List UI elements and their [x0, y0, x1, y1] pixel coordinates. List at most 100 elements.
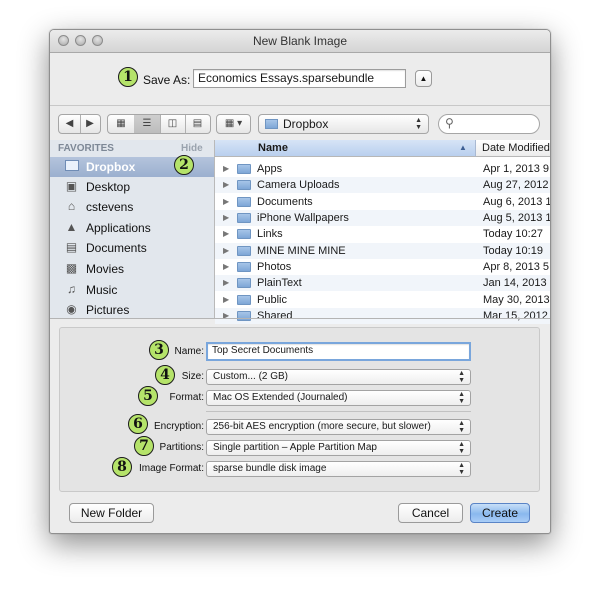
column-header-label: Date Modified	[482, 142, 550, 154]
file-name: PlainText	[257, 277, 302, 289]
sidebar-item-desktop[interactable]: ▣ Desktop	[50, 177, 214, 197]
file-date: Aug 5, 2013 1	[483, 212, 551, 224]
disclosure-triangle-icon[interactable]: ▶	[223, 292, 229, 308]
location-popup[interactable]: Dropbox ▲ ▼	[258, 114, 429, 134]
file-row-public[interactable]: ▶ Public May 30, 2013	[215, 292, 550, 308]
file-row-apps[interactable]: ▶ Apps Apr 1, 2013 9	[215, 161, 550, 177]
callout-badge-3: 3	[149, 340, 169, 360]
column-view-button[interactable]: ◫	[160, 115, 186, 133]
chevron-updown-icon: ▲ ▼	[458, 420, 465, 434]
disclosure-triangle-icon[interactable]: ▶	[223, 243, 229, 259]
window-title: New Blank Image	[252, 34, 348, 48]
file-row-links[interactable]: ▶ Links Today 10:27	[215, 226, 550, 242]
image-format-value: sparse bundle disk image	[213, 463, 327, 474]
save-as-field[interactable]: Economics Essays.sparsebundle	[193, 69, 406, 88]
format-popup[interactable]: Mac OS Extended (Journaled) ▲ ▼	[206, 390, 471, 406]
sidebar-item-movies[interactable]: ▩ Movies	[50, 259, 214, 279]
file-name: Photos	[257, 261, 292, 273]
name-label: Name:	[174, 346, 204, 357]
file-date: Mar 15, 2012	[483, 310, 548, 322]
image-format-popup[interactable]: sparse bundle disk image ▲ ▼	[206, 461, 471, 477]
back-button[interactable]: ◀	[59, 115, 81, 133]
format-label: Format:	[169, 392, 204, 403]
partitions-value: Single partition – Apple Partition Map	[213, 442, 377, 453]
partitions-label: Partitions:	[159, 442, 204, 453]
file-date: Apr 8, 2013 5	[483, 261, 550, 273]
file-row-mine-mine-mine[interactable]: ▶ MINE MINE MINE Today 10:19	[215, 243, 550, 259]
expand-dialog-button[interactable]: ▲	[415, 70, 432, 87]
file-name: Shared	[257, 310, 293, 322]
file-date: Apr 1, 2013 9	[483, 163, 550, 175]
disclosure-triangle-icon[interactable]: ▶	[223, 194, 229, 210]
disclosure-triangle-icon[interactable]: ▶	[223, 226, 229, 242]
column-header-name[interactable]: Name ▲	[215, 140, 476, 157]
file-name: Apps	[257, 163, 283, 175]
disclosure-triangle-icon[interactable]: ▶	[223, 275, 229, 291]
icon-view-button[interactable]: ▦	[108, 115, 135, 133]
list-view-button[interactable]: ☰	[134, 115, 161, 133]
file-name: Documents	[257, 196, 313, 208]
cover-flow-button[interactable]: ▤	[185, 115, 210, 133]
partitions-popup[interactable]: Single partition – Apple Partition Map ▲…	[206, 440, 471, 456]
file-date: Today 10:27	[483, 228, 543, 240]
forward-arrow-icon: ▶	[86, 118, 94, 129]
create-button[interactable]: Create	[470, 503, 530, 523]
folder-icon	[237, 213, 251, 223]
camera-folder-icon	[237, 180, 251, 190]
chevron-updown-icon: ▲ ▼	[458, 441, 465, 455]
arrange-button[interactable]: ▦ ▾	[216, 114, 251, 134]
chevron-updown-icon: ▲ ▼	[458, 462, 465, 476]
file-date: Today 10:19	[483, 245, 543, 257]
list-view-icon: ☰	[142, 118, 152, 129]
sidebar-item-label: Dropbox	[86, 160, 136, 174]
sidebar-item-documents[interactable]: ▤ Documents	[50, 238, 214, 258]
file-row-camera-uploads[interactable]: ▶ Camera Uploads Aug 27, 2012	[215, 177, 550, 193]
callout-badge-8: 8	[112, 457, 132, 477]
disclosure-triangle-icon[interactable]: ▶	[223, 161, 229, 177]
forward-button[interactable]: ▶	[80, 115, 100, 133]
chevron-updown-icon: ▲ ▼	[415, 117, 422, 131]
sidebar-item-applications[interactable]: ▲ Applications	[50, 218, 214, 238]
sidebar-header: FAVORITES	[58, 143, 114, 154]
sidebar-item-cstevens[interactable]: ⌂ cstevens	[50, 197, 214, 217]
column-header-date[interactable]: Date Modified	[476, 140, 550, 157]
file-row-shared[interactable]: ▶ Shared Mar 15, 2012	[215, 308, 550, 324]
back-arrow-icon: ◀	[65, 118, 74, 129]
desktop-icon: ▣	[65, 179, 78, 193]
file-row-documents[interactable]: ▶ Documents Aug 6, 2013 1	[215, 194, 550, 210]
disclosure-triangle-icon[interactable]: ▶	[223, 177, 229, 193]
pictures-icon: ◉	[66, 302, 77, 316]
file-row-photos[interactable]: ▶ Photos Apr 8, 2013 5	[215, 259, 550, 275]
chevron-updown-icon: ▲ ▼	[458, 370, 465, 384]
applications-icon: ▲	[65, 220, 78, 234]
size-value: Custom... (2 GB)	[213, 371, 289, 382]
sidebar-item-pictures[interactable]: ◉ Pictures	[50, 300, 214, 320]
cancel-button[interactable]: Cancel	[398, 503, 463, 523]
chevron-updown-icon: ▲ ▼	[458, 391, 465, 405]
size-popup[interactable]: Custom... (2 GB) ▲ ▼	[206, 369, 471, 385]
save-as-label: Save As:	[143, 73, 191, 87]
file-row-iphone-wallpapers[interactable]: ▶ iPhone Wallpapers Aug 5, 2013 1	[215, 210, 550, 226]
sidebar-item-label: Pictures	[86, 303, 130, 317]
disclosure-triangle-icon[interactable]: ▶	[223, 308, 229, 324]
icon-view-icon: ▦	[116, 118, 126, 129]
search-field[interactable]: ⚲	[438, 114, 540, 134]
file-name: Camera Uploads	[257, 179, 340, 191]
sidebar-item-label: Music	[86, 283, 118, 297]
disclosure-triangle-icon[interactable]: ▶	[223, 210, 229, 226]
callout-badge-1: 1	[118, 67, 138, 87]
disclosure-triangle-icon[interactable]: ▶	[223, 259, 229, 275]
folder-icon	[237, 246, 251, 256]
file-row-plaintext[interactable]: ▶ PlainText Jan 14, 2013	[215, 275, 550, 291]
sidebar-item-label: Documents	[86, 241, 147, 255]
sidebar-item-music[interactable]: ♫ Music	[50, 280, 214, 300]
encryption-label: Encryption:	[153, 421, 204, 432]
new-folder-button[interactable]: New Folder	[69, 503, 154, 523]
encryption-popup[interactable]: 256-bit AES encryption (more secure, but…	[206, 419, 471, 435]
arrange-grid-icon: ▦ ▾	[224, 118, 243, 129]
sidebar-hide-link[interactable]: Hide	[181, 143, 203, 154]
folder-icon	[237, 197, 251, 207]
format-value: Mac OS Extended (Journaled)	[213, 392, 348, 403]
sidebar-item-label: cstevens	[86, 200, 134, 214]
volume-name-field[interactable]: Top Secret Documents	[206, 342, 471, 361]
